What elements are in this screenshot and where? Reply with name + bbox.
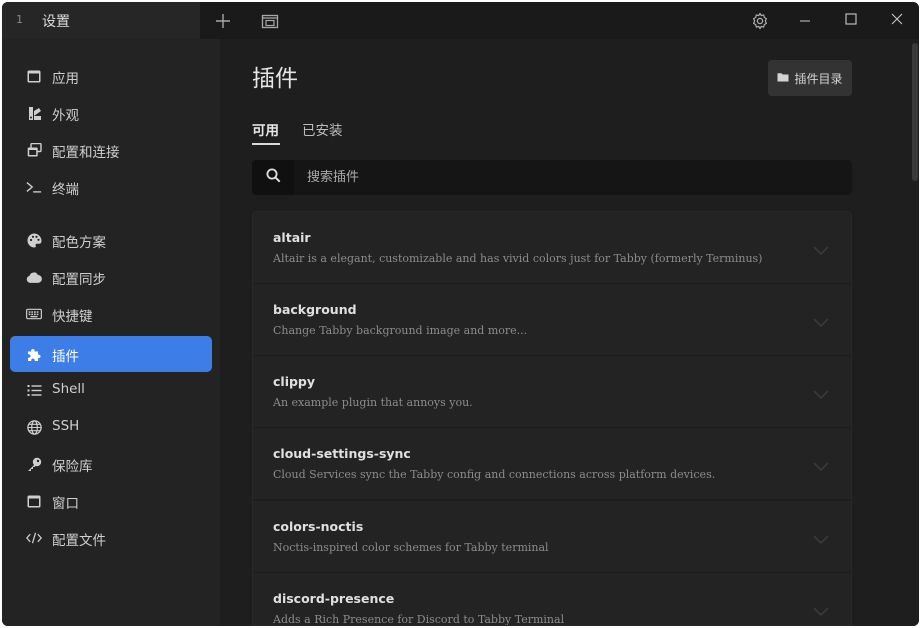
active-tab-indicator <box>252 143 280 145</box>
minimize-icon <box>799 15 811 27</box>
sidebar-item-label: 配置文件 <box>52 533 106 549</box>
sidebar-item-config-sync[interactable]: 配置同步 <box>10 259 212 295</box>
chevron-down-icon[interactable] <box>813 529 829 548</box>
keyboard-icon <box>26 306 42 322</box>
plugin-row[interactable]: discord-presence Adds a Rich Presence fo… <box>253 573 851 626</box>
sidebar-item-label: 应用 <box>52 71 79 87</box>
sidebar-item-color-scheme[interactable]: 配色方案 <box>10 222 212 258</box>
close-button[interactable] <box>884 2 910 37</box>
plugins-page: 插件 插件目录 可用 已安装 altair Altair is a elegan… <box>220 39 911 626</box>
plugin-name: altair <box>273 230 311 245</box>
window-icon <box>26 68 42 84</box>
tab-available[interactable]: 可用 <box>252 119 279 139</box>
plugin-description: Adds a Rich Presence for Discord to Tabb… <box>273 613 565 626</box>
sidebar-item-appearance[interactable]: 外观 <box>10 95 212 131</box>
scrollbar-thumb[interactable] <box>912 43 918 181</box>
profiles-icon <box>26 142 42 158</box>
sidebar-item-label: 配置和连接 <box>52 145 120 161</box>
puzzle-icon <box>26 346 42 362</box>
sidebar-item-config-file[interactable]: 配置文件 <box>10 520 212 556</box>
sidebar-item-terminal[interactable]: 终端 <box>10 169 212 205</box>
sidebar-item-label: SSH <box>52 418 80 434</box>
plus-icon <box>215 13 231 29</box>
app-window: 1 设置 应用 外观 配置和连接 终端 配色方案 配置同步 快捷键 插件 She… <box>2 2 919 626</box>
plugin-list: altair Altair is a elegant, customizable… <box>252 211 852 626</box>
search-icon <box>266 168 281 187</box>
globe-icon <box>26 419 42 435</box>
close-icon <box>891 13 903 25</box>
sidebar-item-label: Shell <box>52 381 85 397</box>
tab-settings[interactable]: 1 设置 <box>2 2 200 39</box>
chevron-down-icon[interactable] <box>813 240 829 259</box>
settings-button[interactable] <box>748 2 772 39</box>
search-input[interactable] <box>294 160 844 195</box>
chevron-down-icon[interactable] <box>813 312 829 331</box>
chevron-down-icon[interactable] <box>813 456 829 475</box>
page-title: 插件 <box>252 66 298 92</box>
sidebar-item-label: 配色方案 <box>52 235 106 251</box>
window-icon <box>26 493 42 509</box>
plugin-name: discord-presence <box>273 591 395 606</box>
plugin-search <box>252 160 852 195</box>
list-icon <box>26 382 42 398</box>
new-tab-button[interactable] <box>210 2 236 39</box>
plugin-name: cloud-settings-sync <box>273 446 411 461</box>
folder-icon <box>777 71 789 85</box>
plugin-row[interactable]: colors-noctis Noctis-inspired color sche… <box>253 501 851 573</box>
gear-icon <box>751 12 769 30</box>
window-stack-icon <box>261 13 279 29</box>
sidebar-item-plugins[interactable]: 插件 <box>10 336 212 372</box>
sidebar-item-window[interactable]: 窗口 <box>10 483 212 519</box>
profiles-button[interactable] <box>258 2 282 39</box>
minimize-button[interactable] <box>792 2 818 39</box>
sidebar-item-label: 插件 <box>52 349 79 365</box>
sidebar-item-hotkeys[interactable]: 快捷键 <box>10 296 212 332</box>
sidebar-item-vault[interactable]: 保险库 <box>10 446 212 482</box>
chevron-down-icon[interactable] <box>813 384 829 403</box>
maximize-icon <box>845 12 857 25</box>
tab-installed[interactable]: 已安装 <box>302 119 343 139</box>
sidebar-item-label: 窗口 <box>52 496 79 512</box>
key-icon <box>26 456 42 472</box>
tab-index: 1 <box>16 13 23 26</box>
sidebar-item-shell[interactable]: Shell <box>10 372 212 408</box>
sidebar-item-label: 终端 <box>52 182 79 198</box>
maximize-button[interactable] <box>838 2 864 37</box>
code-icon <box>26 530 42 546</box>
title-bar: 1 设置 <box>2 2 919 39</box>
chevron-down-icon[interactable] <box>813 601 829 620</box>
sidebar-item-ssh[interactable]: SSH <box>10 409 212 445</box>
plugin-row[interactable]: clippy An example plugin that annoys you… <box>253 356 851 428</box>
plugin-description: Noctis-inspired color schemes for Tabby … <box>273 541 549 554</box>
plugin-row[interactable]: cloud-settings-sync Cloud Services sync … <box>253 428 851 500</box>
plugin-name: colors-noctis <box>273 519 364 534</box>
plugin-row[interactable]: altair Altair is a elegant, customizable… <box>253 212 851 284</box>
plugin-description: Cloud Services sync the Tabby config and… <box>273 468 716 481</box>
palette-icon <box>26 232 42 248</box>
tab-title: 设置 <box>42 14 70 30</box>
plugin-description: Altair is a elegant, customizable and ha… <box>273 252 763 265</box>
cloud-icon <box>26 269 42 285</box>
sidebar-item-profiles[interactable]: 配置和连接 <box>10 132 212 168</box>
plugin-description: Change Tabby background image and more..… <box>273 324 528 337</box>
sidebar-item-application[interactable]: 应用 <box>10 58 212 94</box>
plugin-row[interactable]: background Change Tabby background image… <box>253 284 851 356</box>
scrollbar[interactable] <box>911 39 919 626</box>
plugin-description: An example plugin that annoys you. <box>273 396 473 409</box>
sidebar-item-label: 外观 <box>52 108 79 124</box>
plugin-directory-button[interactable]: 插件目录 <box>768 60 852 96</box>
plugin-name: clippy <box>273 374 316 389</box>
sidebar-item-label: 快捷键 <box>52 309 93 325</box>
plugin-name: background <box>273 302 357 317</box>
settings-sidebar: 应用 外观 配置和连接 终端 配色方案 配置同步 快捷键 插件 Shell SS… <box>2 39 220 626</box>
plugin-directory-label: 插件目录 <box>794 71 843 86</box>
paint-icon <box>26 105 42 121</box>
search-icon-box <box>252 160 294 195</box>
sidebar-item-label: 配置同步 <box>52 272 106 288</box>
terminal-icon <box>26 179 42 195</box>
sidebar-item-label: 保险库 <box>52 459 93 475</box>
